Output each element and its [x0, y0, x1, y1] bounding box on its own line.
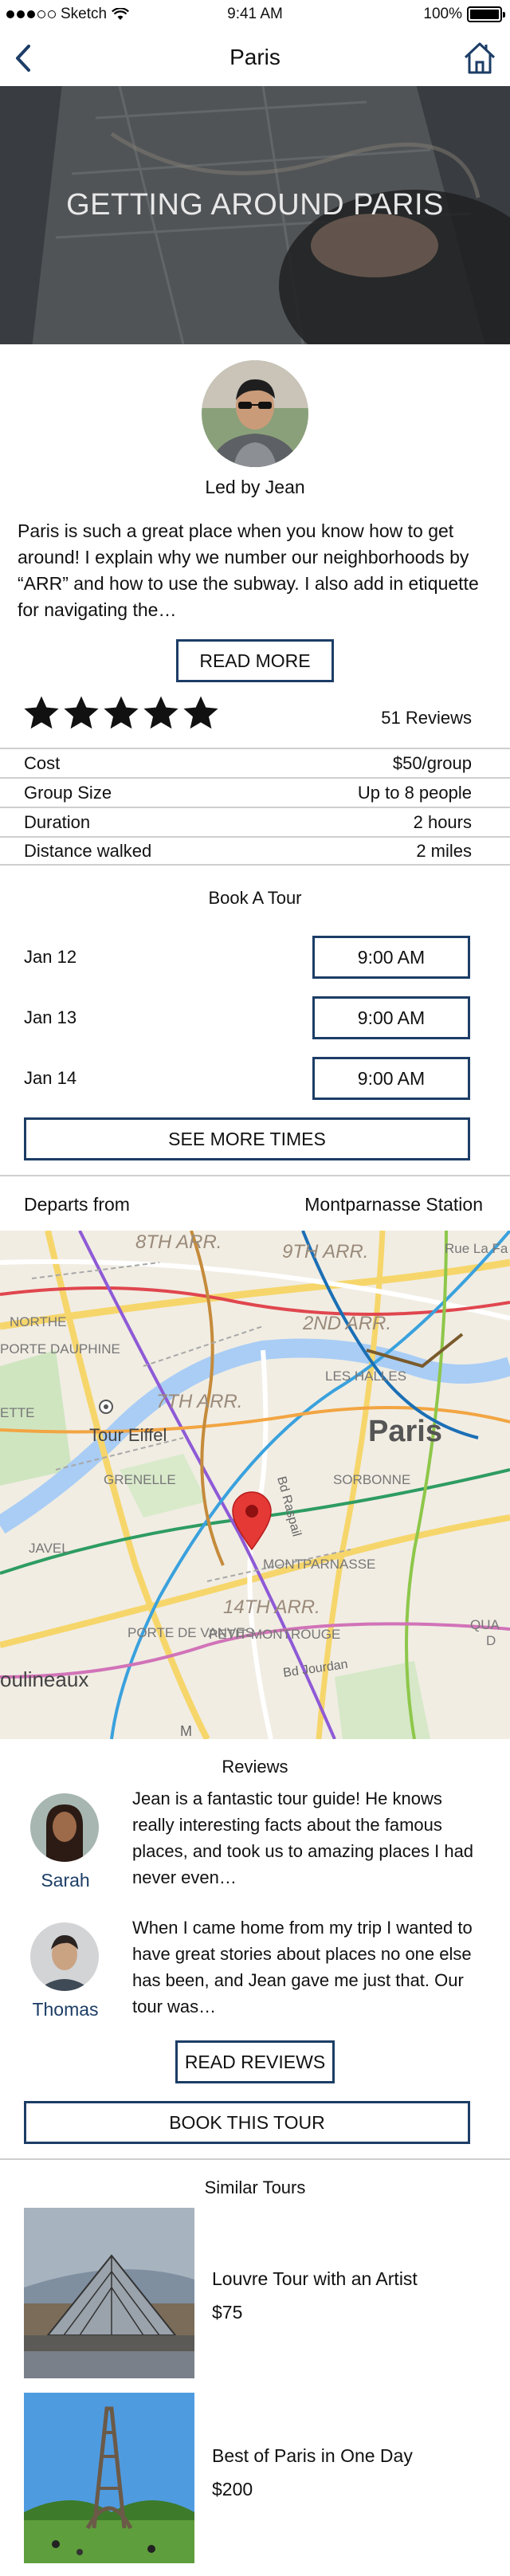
time-slot-button-2[interactable]: 9:00 AM: [312, 996, 470, 1039]
map-label: 7TH ARR.: [156, 1391, 242, 1412]
star-icon: [24, 696, 59, 729]
map-label: D: [486, 1633, 496, 1648]
reviews-heading: Reviews: [222, 1757, 288, 1777]
reviewer-avatar[interactable]: [30, 1793, 99, 1862]
reviewer-name[interactable]: Thomas: [18, 1999, 113, 2020]
map-label: SORBONNE: [333, 1472, 410, 1487]
star-rating: [24, 696, 218, 731]
map-label: LES HALLES: [325, 1368, 406, 1384]
hero-title: GETTING AROUND PARIS: [66, 188, 444, 222]
detail-value: $50/group: [392, 752, 472, 773]
detail-row-duration: Duration 2 hours: [0, 807, 510, 836]
read-reviews-button[interactable]: READ REVIEWS: [175, 2040, 335, 2083]
similar-tours-heading: Similar Tours: [204, 2177, 306, 2197]
book-this-tour-button[interactable]: BOOK THIS TOUR: [24, 2101, 470, 2144]
page-title: Paris: [230, 45, 280, 69]
similar-tour-price: $200: [212, 2479, 253, 2499]
tour-date-3: Jan 14: [24, 1068, 77, 1088]
map-label: 14TH ARR.: [223, 1596, 320, 1618]
read-more-button[interactable]: READ MORE: [176, 639, 334, 682]
map-label: 8TH ARR.: [135, 1231, 222, 1253]
detail-value: 2 miles: [416, 840, 472, 861]
detail-row-distance: Distance walked 2 miles: [0, 836, 510, 866]
battery-group: 100%: [423, 6, 505, 23]
map-city-label: Paris: [368, 1415, 442, 1448]
review-text: Jean is a fantastic tour guide! He knows…: [132, 1789, 474, 1887]
detail-row-group-size: Group Size Up to 8 people: [0, 777, 510, 807]
star-icon: [64, 696, 99, 729]
departure-map[interactable]: 9TH ARR. 8TH ARR. 2ND ARR. 7TH ARR. 14TH…: [0, 1231, 510, 1739]
home-icon[interactable]: [462, 40, 497, 77]
departs-location: Montparnasse Station: [304, 1194, 483, 1215]
louvre-thumbnail[interactable]: [24, 2208, 194, 2378]
detail-label: Distance walked: [24, 840, 152, 861]
map-label: PORTE DAUPHINE: [0, 1341, 120, 1357]
book-tour-heading: Book A Tour: [208, 888, 302, 908]
map-label: MONTPARNASSE: [263, 1557, 375, 1572]
detail-label: Duration: [24, 811, 91, 832]
map-label: PORTE DE VANVES: [128, 1625, 254, 1640]
map-label: QUA: [470, 1617, 500, 1632]
review-count[interactable]: 51 Reviews: [381, 708, 472, 728]
review-text: When I came home from my trip I wanted t…: [132, 1918, 473, 2016]
star-icon: [183, 696, 218, 729]
section-divider: [0, 2158, 510, 2160]
guide-name: Led by Jean: [205, 477, 305, 497]
status-bar: Sketch 9:41 AM 100%: [0, 0, 510, 32]
map-label: NORTHE: [10, 1314, 66, 1329]
see-more-times-button[interactable]: SEE MORE TIMES: [24, 1117, 470, 1160]
battery-percent: 100%: [423, 6, 462, 22]
time-slot-button-1[interactable]: 9:00 AM: [312, 936, 470, 979]
time-slot-button-3[interactable]: 9:00 AM: [312, 1057, 470, 1100]
detail-label: Group Size: [24, 782, 112, 803]
similar-tour-card[interactable]: Louvre Tour with an Artist $75: [24, 2208, 486, 2378]
eiffel-thumbnail[interactable]: [24, 2393, 194, 2563]
section-divider: [0, 1175, 510, 1176]
guide-avatar[interactable]: [202, 360, 308, 467]
similar-tour-price: $75: [212, 2302, 243, 2323]
tour-date-1: Jan 12: [24, 947, 77, 967]
map-landmark-label: Tour Eiffel: [89, 1425, 167, 1445]
hero-banner: GETTING AROUND PARIS: [0, 86, 510, 344]
battery-icon: [467, 6, 505, 22]
detail-value: Up to 8 people: [357, 782, 472, 803]
map-label: ETTE: [0, 1405, 34, 1420]
map-label: JAVEL: [29, 1541, 69, 1556]
tour-details-table: Cost $50/group Group Size Up to 8 people…: [0, 748, 510, 866]
star-icon: [104, 696, 139, 729]
similar-tour-name[interactable]: Best of Paris in One Day: [212, 2445, 413, 2467]
map-label: GRENELLE: [104, 1472, 176, 1487]
map-label: M: [180, 1723, 192, 1739]
nav-bar: Paris: [0, 32, 510, 84]
departs-label: Departs from: [24, 1194, 130, 1215]
tour-date-2: Jan 13: [24, 1007, 77, 1027]
map-label: 9TH ARR.: [282, 1241, 368, 1262]
tour-description: Paris is such a great place when you kno…: [18, 520, 479, 620]
reviewer-name[interactable]: Sarah: [18, 1870, 113, 1891]
similar-tour-name[interactable]: Louvre Tour with an Artist: [212, 2268, 418, 2290]
map-canvas[interactable]: 9TH ARR. 8TH ARR. 2ND ARR. 7TH ARR. 14TH…: [0, 1231, 510, 1739]
similar-tour-card[interactable]: Best of Paris in One Day $200: [24, 2393, 486, 2563]
detail-label: Cost: [24, 752, 61, 773]
map-label: oulineaux: [0, 1667, 88, 1691]
star-icon: [143, 696, 178, 729]
reviewer-avatar[interactable]: [30, 1922, 99, 1991]
detail-row-cost: Cost $50/group: [0, 748, 510, 777]
detail-value: 2 hours: [413, 811, 472, 832]
map-label: 2ND ARR.: [302, 1313, 391, 1334]
map-label: Rue La Fa: [445, 1241, 508, 1256]
